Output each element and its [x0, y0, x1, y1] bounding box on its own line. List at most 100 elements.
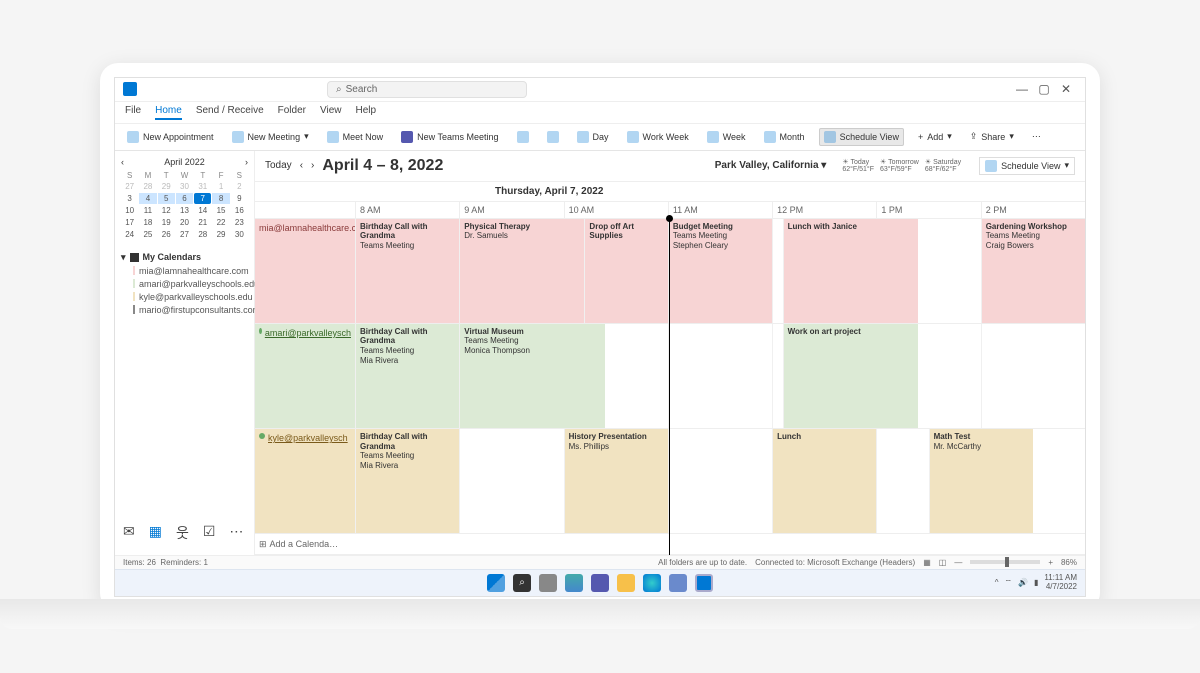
- next-month-button[interactable]: ›: [245, 157, 248, 167]
- store-icon[interactable]: [669, 574, 687, 592]
- print-icon[interactable]: ◫: [939, 558, 947, 567]
- new-teams-meeting-button[interactable]: New Teams Meeting: [397, 129, 502, 145]
- calendar-checkbox[interactable]: [133, 279, 135, 288]
- calendar-item[interactable]: kyle@parkvalleyschools.edu: [133, 292, 248, 302]
- calendar-day[interactable]: 17: [121, 217, 138, 228]
- battery-icon[interactable]: ▮: [1034, 578, 1038, 587]
- calendar-day[interactable]: 30: [231, 229, 248, 240]
- prev-button[interactable]: ‹: [300, 160, 303, 171]
- calendar-day[interactable]: 11: [139, 205, 156, 216]
- calendar-event[interactable]: Drop off Art Supplies: [584, 219, 667, 323]
- calendar-event[interactable]: Lunch: [772, 429, 876, 533]
- system-tray[interactable]: ^ ⌔ 🔊 ▮ 11:11 AM 4/7/2022: [995, 574, 1077, 592]
- work-week-button[interactable]: Work Week: [623, 129, 693, 145]
- day-button[interactable]: Day: [573, 129, 613, 145]
- calendar-icon[interactable]: ▦: [149, 523, 162, 543]
- calendar-day[interactable]: 19: [158, 217, 175, 228]
- calendar-day[interactable]: 6: [176, 193, 193, 204]
- outlook-taskbar-icon[interactable]: [695, 574, 713, 592]
- calendar-day[interactable]: 22: [212, 217, 229, 228]
- menu-home[interactable]: Home: [155, 105, 182, 120]
- today-view-button[interactable]: [513, 129, 533, 145]
- calendar-event[interactable]: Lunch with Janice: [783, 219, 919, 323]
- view-mode-icon[interactable]: ▦: [923, 558, 931, 567]
- next-days-button[interactable]: [543, 129, 563, 145]
- calendar-event[interactable]: Gardening WorkshopTeams MeetingCraig Bow…: [981, 219, 1085, 323]
- ribbon-overflow-button[interactable]: ⋯: [1028, 129, 1045, 144]
- calendar-day[interactable]: 23: [231, 217, 248, 228]
- calendar-day[interactable]: 3: [121, 193, 138, 204]
- calendar-day[interactable]: 28: [194, 229, 211, 240]
- calendar-day[interactable]: 10: [121, 205, 138, 216]
- row-label[interactable]: amari@parkvalleysch: [255, 324, 355, 428]
- calendar-day[interactable]: 8: [212, 193, 229, 204]
- row-label[interactable]: mia@lamnahealthcare.com: [255, 219, 355, 323]
- calendar-day[interactable]: 24: [121, 229, 138, 240]
- calendar-day[interactable]: 29: [212, 229, 229, 240]
- calendar-event[interactable]: Birthday Call with GrandmaTeams Meeting: [355, 219, 459, 323]
- more-icon[interactable]: ⋯: [229, 523, 243, 543]
- search-input[interactable]: ⌕ Search: [327, 81, 527, 98]
- mail-icon[interactable]: ✉: [123, 523, 135, 543]
- mini-calendar[interactable]: SMTWTFS272829303112345678910111213141516…: [121, 171, 248, 240]
- calendar-day[interactable]: 15: [212, 205, 229, 216]
- calendar-event[interactable]: Work on art project: [783, 324, 919, 428]
- menu-send-receive[interactable]: Send / Receive: [196, 105, 264, 120]
- calendar-checkbox[interactable]: [133, 266, 135, 275]
- menu-file[interactable]: File: [125, 105, 141, 120]
- next-button[interactable]: ›: [311, 160, 314, 171]
- explorer-icon[interactable]: [617, 574, 635, 592]
- calendar-day[interactable]: 25: [139, 229, 156, 240]
- calendar-event[interactable]: Budget MeetingTeams MeetingStephen Clear…: [668, 219, 772, 323]
- prev-month-button[interactable]: ‹: [121, 157, 124, 167]
- location-label[interactable]: Park Valley, California ▾: [715, 160, 827, 171]
- zoom-slider[interactable]: [970, 560, 1040, 564]
- week-button[interactable]: Week: [703, 129, 750, 145]
- month-label[interactable]: April 2022: [164, 157, 205, 167]
- maximize-button[interactable]: ▢: [1039, 84, 1049, 94]
- chevron-up-icon[interactable]: ^: [995, 578, 999, 587]
- calendar-item[interactable]: mia@lamnahealthcare.com: [133, 266, 248, 276]
- row-grid[interactable]: Birthday Call with GrandmaTeams MeetingM…: [355, 429, 1085, 533]
- volume-icon[interactable]: 🔊: [1018, 578, 1028, 587]
- schedule-view-dropdown[interactable]: Schedule View ▾: [979, 157, 1075, 175]
- row-label[interactable]: kyle@parkvalleysch: [255, 429, 355, 533]
- wifi-icon[interactable]: ⌔: [1004, 578, 1012, 588]
- calendar-day[interactable]: 14: [194, 205, 211, 216]
- tasks-icon[interactable]: ☑: [203, 523, 216, 543]
- row-grid[interactable]: Birthday Call with GrandmaTeams MeetingM…: [355, 324, 1085, 428]
- calendar-day[interactable]: 7: [194, 193, 211, 204]
- my-calendars-toggle[interactable]: ▾ My Calendars: [121, 252, 248, 263]
- menu-help[interactable]: Help: [356, 105, 377, 120]
- minimize-button[interactable]: ―: [1017, 84, 1027, 94]
- calendar-day[interactable]: 16: [231, 205, 248, 216]
- calendar-day[interactable]: 21: [194, 217, 211, 228]
- menu-view[interactable]: View: [320, 105, 342, 120]
- close-button[interactable]: ✕: [1061, 84, 1071, 94]
- share-button[interactable]: ⇪Share ▾: [966, 129, 1018, 144]
- calendar-item[interactable]: amari@parkvalleyschools.edu: [133, 279, 248, 289]
- today-button[interactable]: Today: [265, 160, 292, 171]
- calendar-checkbox[interactable]: [133, 292, 135, 301]
- calendar-event[interactable]: Birthday Call with GrandmaTeams MeetingM…: [355, 429, 459, 533]
- calendar-day[interactable]: 27: [176, 229, 193, 240]
- row-grid[interactable]: Birthday Call with GrandmaTeams MeetingP…: [355, 219, 1085, 323]
- calendar-day[interactable]: 12: [158, 205, 175, 216]
- calendar-day[interactable]: 26: [158, 229, 175, 240]
- widgets-icon[interactable]: [565, 574, 583, 592]
- schedule-view-button[interactable]: Schedule View: [819, 128, 904, 146]
- calendar-day[interactable]: 5: [158, 193, 175, 204]
- calendar-day[interactable]: 20: [176, 217, 193, 228]
- calendar-day[interactable]: 4: [139, 193, 156, 204]
- calendar-event[interactable]: History PresentationMs. Phillips: [564, 429, 668, 533]
- calendar-event[interactable]: Birthday Call with GrandmaTeams MeetingM…: [355, 324, 459, 428]
- taskbar-search-icon[interactable]: ⌕: [513, 574, 531, 592]
- edge-icon[interactable]: [643, 574, 661, 592]
- calendar-day[interactable]: 18: [139, 217, 156, 228]
- calendar-item[interactable]: mario@firstupconsultants.com: [133, 305, 248, 315]
- month-button[interactable]: Month: [760, 129, 809, 145]
- people-icon[interactable]: 웃: [176, 523, 189, 543]
- calendar-event[interactable]: Virtual MuseumTeams MeetingMonica Thomps…: [459, 324, 605, 428]
- new-meeting-button[interactable]: New Meeting▾: [228, 129, 313, 145]
- calendar-day[interactable]: 9: [231, 193, 248, 204]
